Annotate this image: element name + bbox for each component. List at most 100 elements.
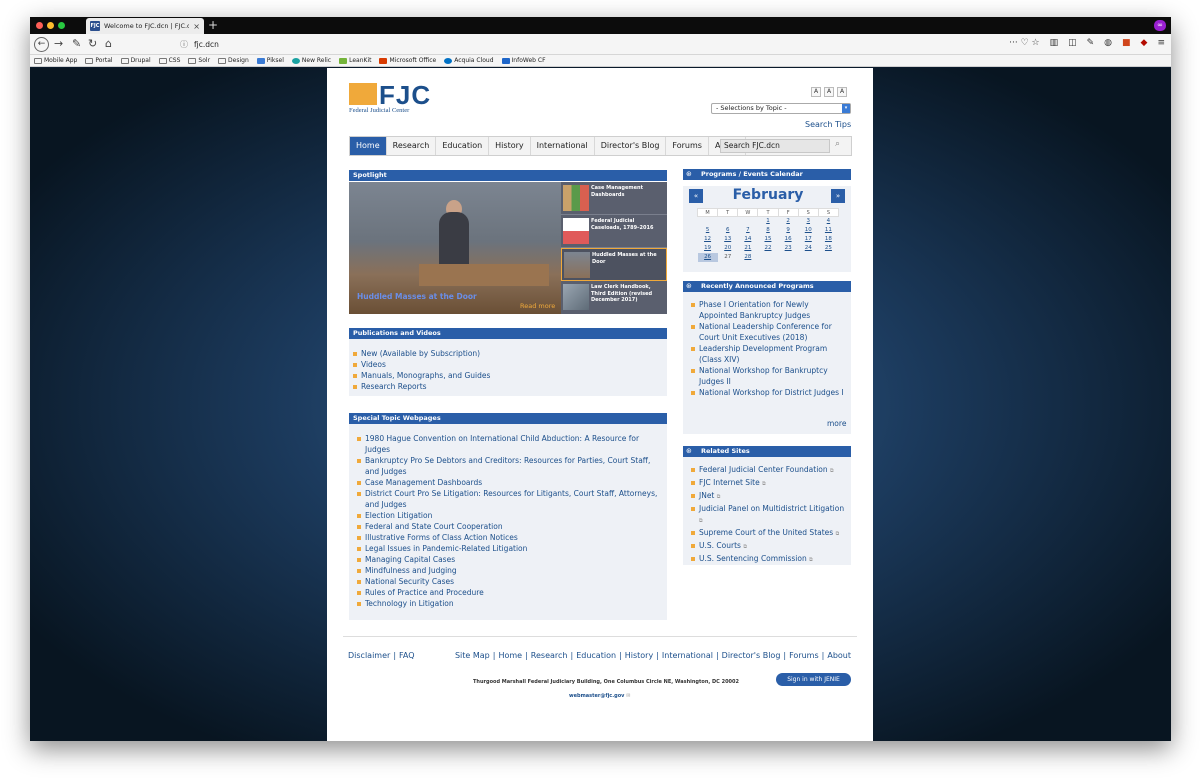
- spotlight-item[interactable]: Law Clerk Handbook, Third Edition (revis…: [561, 281, 667, 314]
- new-tab-icon[interactable]: +: [208, 18, 218, 32]
- pdf-icon[interactable]: ◆: [1141, 38, 1148, 48]
- calendar-day[interactable]: 21: [738, 244, 758, 253]
- list-item[interactable]: Legal Issues in Pandemic-Related Litigat…: [355, 543, 663, 554]
- spotlight-item-active[interactable]: Huddled Masses at the Door: [561, 248, 667, 281]
- calendar-day[interactable]: 14: [738, 235, 758, 244]
- list-item[interactable]: Judicial Panel on Multidistrict Litigati…: [689, 503, 849, 527]
- nav-history[interactable]: History: [489, 137, 531, 155]
- webmaster-email-link[interactable]: webmaster@fjc.gov ✉: [569, 693, 630, 699]
- list-item[interactable]: Manuals, Monographs, and Guides: [351, 370, 661, 381]
- list-item[interactable]: Federal and State Court Cooperation: [355, 521, 663, 532]
- list-item[interactable]: Research Reports: [351, 381, 661, 392]
- bookmark-item[interactable]: Drupal: [120, 57, 151, 64]
- home-icon[interactable]: ⌂: [105, 37, 112, 51]
- nav-forums[interactable]: Forums: [666, 137, 709, 155]
- calendar-day[interactable]: 24: [798, 244, 818, 253]
- bookmark-item[interactable]: Piksel: [256, 57, 284, 64]
- calendar-day[interactable]: 23: [778, 244, 798, 253]
- font-size-medium-button[interactable]: A: [824, 87, 834, 97]
- list-item[interactable]: Managing Capital Cases: [355, 554, 663, 565]
- nav-directors-blog[interactable]: Director's Blog: [595, 137, 667, 155]
- faq-link[interactable]: FAQ: [399, 651, 415, 660]
- calendar-day[interactable]: 18: [818, 235, 838, 244]
- font-size-small-button[interactable]: A: [811, 87, 821, 97]
- footer-link[interactable]: About: [827, 651, 851, 660]
- list-item[interactable]: Leadership Development Program (Class XI…: [689, 343, 849, 365]
- list-item[interactable]: Rules of Practice and Procedure: [355, 587, 663, 598]
- calendar-day[interactable]: 4: [818, 217, 838, 226]
- bookmark-item[interactable]: CSS: [158, 57, 180, 64]
- calendar-day[interactable]: 12: [698, 235, 718, 244]
- list-item[interactable]: U.S. Sentencing Commission ⧉: [689, 553, 849, 566]
- page-actions-icon[interactable]: ··· ♡ ☆: [1009, 38, 1039, 48]
- next-month-button[interactable]: »: [831, 189, 845, 203]
- nav-home[interactable]: Home: [350, 137, 387, 155]
- list-item[interactable]: Mindfulness and Judging: [355, 565, 663, 576]
- list-item[interactable]: Case Management Dashboards: [355, 477, 663, 488]
- calendar-day[interactable]: 7: [738, 226, 758, 235]
- bookmark-item[interactable]: Solr: [188, 57, 210, 64]
- close-tab-icon[interactable]: ×: [193, 22, 200, 31]
- disclaimer-link[interactable]: Disclaimer: [348, 651, 390, 660]
- nav-research[interactable]: Research: [387, 137, 437, 155]
- bookmark-item[interactable]: Acquia Cloud: [444, 57, 494, 64]
- calendar-day[interactable]: 10: [798, 226, 818, 235]
- calendar-day[interactable]: 13: [718, 235, 738, 244]
- minimize-window-button[interactable]: [47, 22, 54, 29]
- bookmark-item[interactable]: LeanKit: [339, 57, 371, 64]
- reload-icon[interactable]: ↻: [88, 37, 97, 51]
- list-item[interactable]: National Workshop for District Judges I: [689, 387, 849, 398]
- extension-icon[interactable]: ◍: [1104, 38, 1112, 48]
- eyedropper-icon[interactable]: ✎: [1087, 38, 1095, 48]
- bookmark-item[interactable]: Portal: [85, 57, 113, 64]
- calendar-day[interactable]: 28: [738, 253, 758, 262]
- nav-international[interactable]: International: [531, 137, 595, 155]
- bookmark-item[interactable]: Mobile App: [34, 57, 77, 64]
- list-item[interactable]: New (Available by Subscription): [351, 348, 661, 359]
- prev-month-button[interactable]: «: [689, 189, 703, 203]
- calendar-day[interactable]: 5: [698, 226, 718, 235]
- footer-link[interactable]: Site Map: [455, 651, 490, 660]
- footer-link[interactable]: Home: [498, 651, 522, 660]
- nav-education[interactable]: Education: [436, 137, 490, 155]
- list-item[interactable]: National Workshop for Bankruptcy Judges …: [689, 365, 849, 387]
- list-item[interactable]: JNet ⧉: [689, 490, 849, 503]
- calendar-day-today[interactable]: 26: [697, 252, 718, 262]
- calendar-day[interactable]: 11: [818, 226, 838, 235]
- wrench-icon[interactable]: ✎: [72, 37, 81, 51]
- list-item[interactable]: Bankruptcy Pro Se Debtors and Creditors:…: [355, 455, 663, 477]
- calendar-day[interactable]: 25: [818, 244, 838, 253]
- spotlight-caption[interactable]: Huddled Masses at the Door: [357, 292, 477, 301]
- font-size-large-button[interactable]: A: [837, 87, 847, 97]
- spotlight-item[interactable]: Federal Judicial Caseloads, 1789–2016: [561, 215, 667, 248]
- list-item[interactable]: District Court Pro Se Litigation: Resour…: [355, 488, 663, 510]
- search-tips-link[interactable]: Search Tips: [805, 120, 851, 129]
- calendar-day[interactable]: 15: [758, 235, 778, 244]
- footer-link[interactable]: Director's Blog: [722, 651, 781, 660]
- calendar-day[interactable]: 8: [758, 226, 778, 235]
- fjc-logo[interactable]: FJC Federal Judicial Center: [349, 80, 430, 116]
- read-more-link[interactable]: Read more: [520, 302, 555, 310]
- jenie-signin-button[interactable]: Sign in with JENIE: [776, 673, 851, 686]
- bookmark-item[interactable]: New Relic: [291, 57, 331, 64]
- list-item[interactable]: Federal Judicial Center Foundation ⧉: [689, 464, 849, 477]
- sidebar-icon[interactable]: ◫: [1068, 38, 1077, 48]
- forward-icon[interactable]: →: [54, 37, 63, 51]
- announced-more-link[interactable]: more: [827, 419, 846, 428]
- footer-link[interactable]: Education: [576, 651, 616, 660]
- spotlight-item[interactable]: Case Management Dashboards: [561, 182, 667, 215]
- list-item[interactable]: Videos: [351, 359, 661, 370]
- footer-link[interactable]: Research: [531, 651, 568, 660]
- library-icon[interactable]: ▥: [1050, 38, 1059, 48]
- calendar-day[interactable]: 1: [758, 217, 778, 226]
- calendar-day[interactable]: 20: [718, 244, 738, 253]
- address-bar[interactable]: ⓘ fjc.dcn: [180, 38, 780, 51]
- calendar-day[interactable]: 3: [798, 217, 818, 226]
- topic-select[interactable]: - Selections by Topic - ▾: [711, 103, 851, 114]
- list-item[interactable]: Phase I Orientation for Newly Appointed …: [689, 299, 849, 321]
- back-icon[interactable]: ←: [34, 37, 49, 52]
- list-item[interactable]: National Leadership Conference for Court…: [689, 321, 849, 343]
- browser-tab[interactable]: FJC Welcome to FJC.dcn | FJC.dcn ×: [86, 18, 204, 34]
- list-item[interactable]: 1980 Hague Convention on International C…: [355, 433, 663, 455]
- calendar-day[interactable]: 19: [698, 244, 718, 253]
